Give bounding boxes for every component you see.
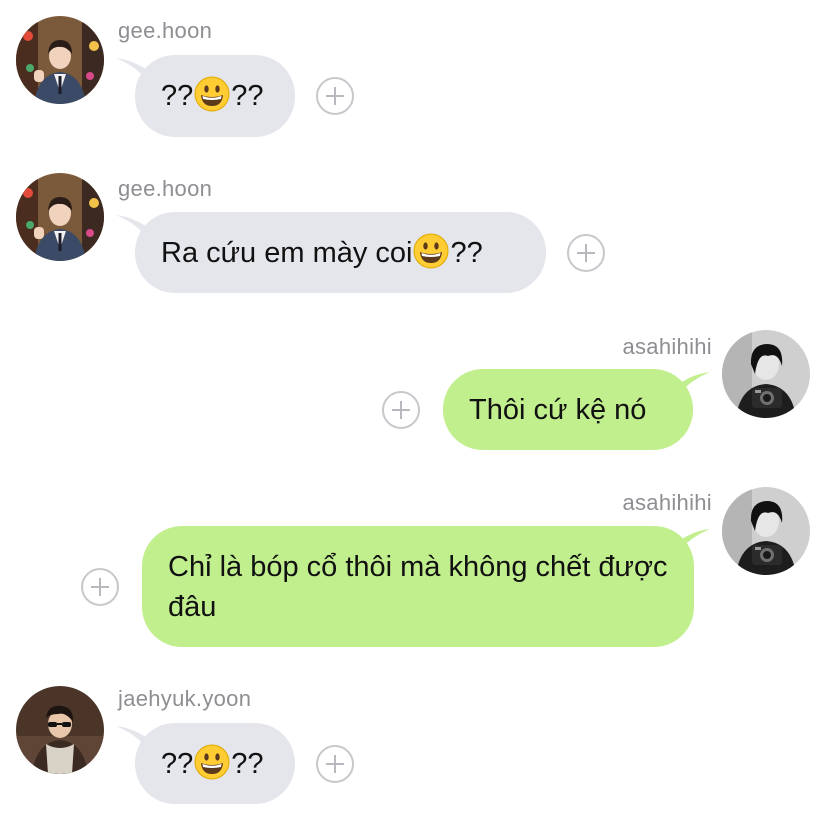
- avatar-photo: [16, 686, 104, 774]
- sender-name: jaehyuk.yoon: [118, 686, 252, 711]
- message-text: ??: [161, 748, 194, 780]
- grinning-face-icon: [194, 744, 230, 780]
- message-bubble[interactable]: ????: [135, 723, 295, 804]
- message-row: jaehyuk.yoon ????: [0, 0, 828, 814]
- message-text: ??: [231, 748, 264, 780]
- add-reaction-button[interactable]: [316, 745, 354, 783]
- avatar[interactable]: [16, 686, 104, 774]
